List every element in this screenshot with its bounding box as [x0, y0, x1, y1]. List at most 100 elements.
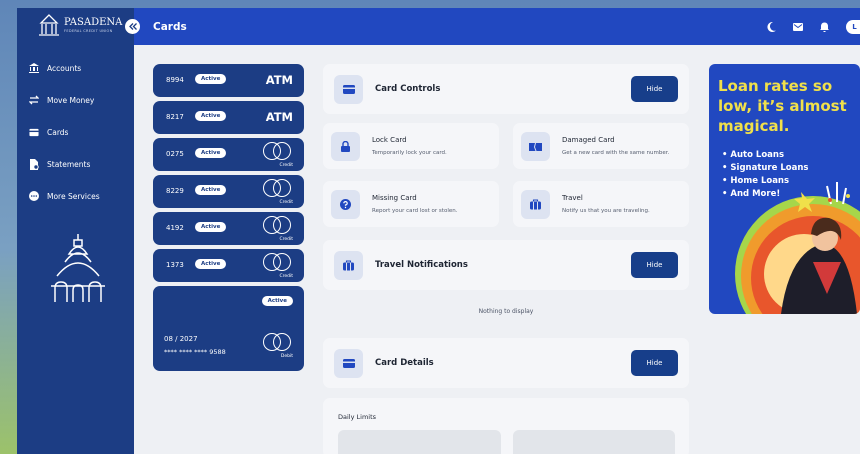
double-chevron-left-icon [128, 23, 137, 30]
more-icon [29, 191, 39, 201]
card-type: Credit [279, 274, 293, 279]
question-icon [331, 190, 360, 219]
lock-icon [331, 132, 360, 161]
sidebar-item-label: More Services [47, 191, 100, 201]
option-subtitle: Notify us that you are traveling. [562, 208, 650, 214]
dome-illustration-icon [51, 234, 105, 302]
page-title: Cards [153, 20, 187, 33]
luggage-icon [334, 251, 363, 280]
sidebar-item-cards[interactable]: Cards [17, 116, 134, 148]
status-badge: Active [195, 74, 227, 84]
daily-limits-panel: Daily Limits [323, 398, 689, 454]
status-badge: Active [195, 111, 227, 121]
card-item[interactable]: 8229 Active Credit [153, 175, 304, 208]
card-icon [334, 75, 363, 104]
option-subtitle: Temporarily lock your card. [372, 150, 447, 156]
sidebar-item-label: Cards [47, 127, 69, 137]
option-subtitle: Report your card lost or stolen. [372, 208, 458, 214]
status-badge: Active [195, 259, 227, 269]
top-bar: Cards L [125, 8, 860, 45]
status-badge: Active [261, 296, 293, 306]
top-bar-actions: L [767, 8, 860, 45]
card-icon [334, 349, 363, 378]
option-subtitle: Get a new card with the same number. [562, 150, 670, 156]
app-window: PASADENA FEDERAL CREDIT UNION Accounts M… [17, 8, 860, 454]
section-title: Card Details [375, 358, 434, 368]
lock-card-option[interactable]: Lock Card Temporarily lock your card. [323, 123, 499, 169]
card-network-icon [263, 253, 291, 271]
mail-icon[interactable] [793, 22, 803, 31]
status-badge: Active [195, 148, 227, 158]
card-number: 8229 [166, 187, 184, 195]
sidebar-item-more-services[interactable]: More Services [17, 180, 134, 212]
card-item[interactable]: 1373 Active Credit [153, 249, 304, 282]
hide-travel-notifications-button[interactable]: Hide [631, 252, 678, 278]
card-type: Credit [279, 200, 293, 205]
transfer-icon [29, 95, 39, 105]
card-network-icon [263, 333, 291, 351]
card-expiry: 08 / 2027 [164, 335, 198, 343]
card-list: 8994 Active ATM 8217 Active ATM 0275 Act… [153, 64, 304, 371]
bank-icon [29, 63, 39, 73]
card-item[interactable]: 4192 Active Credit [153, 212, 304, 245]
brand-logo[interactable]: PASADENA FEDERAL CREDIT UNION [37, 14, 122, 36]
moon-icon[interactable] [767, 21, 776, 32]
card-number: 8994 [166, 76, 184, 84]
card-type: ATM [265, 73, 293, 87]
sidebar-item-accounts[interactable]: Accounts [17, 52, 134, 84]
travel-option[interactable]: Travel Notify us that you are traveling. [513, 181, 689, 227]
card-number: 8217 [166, 113, 184, 121]
card-item[interactable]: 0275 Active Credit [153, 138, 304, 171]
sidebar: PASADENA FEDERAL CREDIT UNION Accounts M… [17, 8, 134, 454]
empty-state-text: Nothing to display [478, 308, 534, 315]
sidebar-item-label: Statements [47, 159, 91, 169]
luggage-icon [521, 190, 550, 219]
card-number: 0275 [166, 150, 184, 158]
avatar-initial: L [852, 22, 857, 31]
bell-icon[interactable] [820, 22, 829, 32]
card-details-panel: Card Details Hide [323, 338, 689, 388]
sidebar-nav: Accounts Move Money Cards Statements Mor… [17, 52, 134, 212]
avatar[interactable]: L [846, 19, 860, 34]
collapse-sidebar-button[interactable] [125, 19, 140, 34]
daily-limits-label: Daily Limits [338, 413, 377, 421]
card-masked-number: **** **** **** 9588 [164, 348, 226, 356]
missing-card-option[interactable]: Missing Card Report your card lost or st… [323, 181, 499, 227]
card-item[interactable]: 8217 Active ATM [153, 101, 304, 134]
card-icon [29, 127, 39, 137]
sidebar-item-label: Move Money [47, 95, 95, 105]
card-network-icon [263, 216, 291, 234]
daily-limit-box [513, 430, 675, 454]
travel-notifications-panel: Travel Notifications Hide [323, 240, 689, 290]
sidebar-item-move-money[interactable]: Move Money [17, 84, 134, 116]
card-network-icon [263, 179, 291, 197]
card-number: 4192 [166, 224, 184, 232]
option-title: Travel [562, 194, 583, 202]
card-network-icon [263, 142, 291, 160]
daily-limit-box [338, 430, 501, 454]
card-type: Credit [279, 163, 293, 168]
damaged-card-option[interactable]: Damaged Card Get a new card with the sam… [513, 123, 689, 169]
hide-card-controls-button[interactable]: Hide [631, 76, 678, 102]
hide-card-details-button[interactable]: Hide [631, 350, 678, 376]
section-title: Travel Notifications [375, 260, 468, 270]
card-number: 1373 [166, 261, 184, 269]
loan-promo-banner[interactable]: Loan rates so low, it’s almost magical. … [709, 64, 860, 314]
card-type: Debit [280, 354, 293, 359]
statement-icon [29, 158, 39, 170]
section-title: Card Controls [375, 84, 441, 94]
selected-card[interactable]: Active 08 / 2027 **** **** **** 9588 Deb… [153, 286, 304, 371]
damaged-card-icon [521, 132, 550, 161]
option-title: Damaged Card [562, 136, 615, 144]
card-type: Credit [279, 237, 293, 242]
card-item[interactable]: 8994 Active ATM [153, 64, 304, 97]
sidebar-item-statements[interactable]: Statements [17, 148, 134, 180]
card-type: ATM [265, 110, 293, 124]
option-title: Missing Card [372, 194, 417, 202]
card-controls-panel: Card Controls Hide [323, 64, 689, 114]
brand-tagline: FEDERAL CREDIT UNION [64, 28, 113, 33]
building-icon [39, 14, 59, 36]
sidebar-item-label: Accounts [47, 63, 82, 73]
status-badge: Active [195, 222, 227, 232]
option-title: Lock Card [372, 136, 407, 144]
